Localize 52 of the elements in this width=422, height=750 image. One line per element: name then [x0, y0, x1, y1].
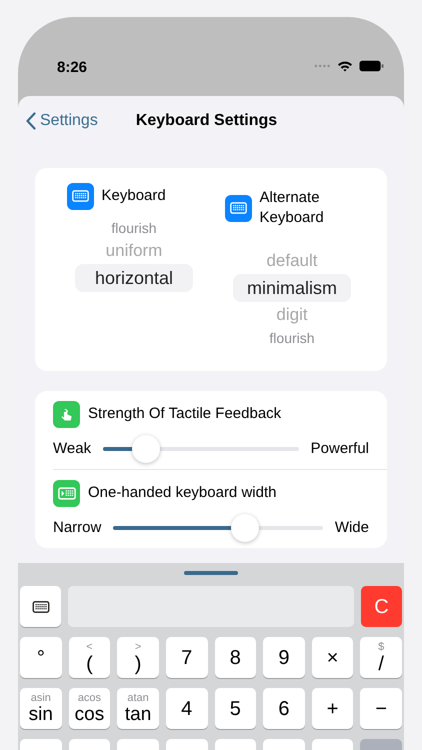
key-label: 8: [230, 646, 241, 668]
picker-label: Alternate Keyboard: [260, 188, 325, 228]
key-alt-label: atan: [127, 692, 149, 704]
picker-option[interactable]: minimalism: [233, 274, 351, 302]
key-label: 9: [278, 646, 290, 668]
keypad-key[interactable]: +: [312, 688, 354, 729]
setting-title: One-handed keyboard width: [88, 482, 276, 503]
keypad-key[interactable]: °: [20, 637, 62, 678]
key-label: °: [36, 646, 45, 668]
key-label: (: [86, 652, 93, 674]
page-title: Keyboard Settings: [136, 111, 278, 131]
keypad-key[interactable]: 6: [263, 688, 305, 729]
key-label: 6: [278, 698, 290, 720]
keypad-key[interactable]: < (: [68, 637, 110, 678]
keypad-key[interactable]: $ /: [360, 637, 402, 678]
key-alt-label: <: [86, 640, 93, 652]
key-label: tan: [124, 704, 152, 726]
keypad-key[interactable]: 9: [263, 637, 305, 678]
key-alt-label: acos: [78, 692, 102, 704]
status-time: 8:26: [57, 58, 88, 78]
keypad-key[interactable]: asin sin: [20, 688, 62, 729]
key-alt-label: $: [378, 640, 384, 652]
key-alt-label: asin: [30, 692, 51, 704]
key-alt-label: >: [134, 640, 142, 652]
key-label: 4: [181, 698, 192, 720]
max-label: Powerful: [310, 438, 369, 459]
picker-label: Keyboard: [102, 186, 167, 206]
key-label: 5: [230, 698, 241, 720]
key-label: −: [375, 698, 388, 720]
keypad-key[interactable]: 8: [214, 637, 256, 678]
min-label: Narrow: [53, 518, 102, 538]
key-label: 7: [181, 646, 192, 668]
keypad-key[interactable]: > ): [117, 637, 159, 678]
keypad-key[interactable]: 5: [214, 688, 256, 729]
key-label: sin: [28, 704, 53, 726]
keypad-key[interactable]: 4: [166, 688, 208, 729]
keypad-key[interactable]: 7: [166, 637, 208, 678]
max-label: Wide: [334, 518, 369, 538]
key-label: ): [134, 652, 142, 674]
keypad-key[interactable]: −: [360, 688, 402, 729]
key-label: /: [378, 652, 384, 674]
clear-button[interactable]: C: [361, 586, 402, 627]
picker-option[interactable]: horizontal: [75, 264, 193, 292]
keypad-key[interactable]: ×: [312, 637, 354, 678]
back-button[interactable]: Settings: [26, 109, 98, 133]
min-label: Weak: [53, 438, 92, 459]
key-label: cos: [74, 704, 104, 726]
keypad-key[interactable]: acos cos: [68, 688, 110, 729]
setting-title: Strength Of Tactile Feedback: [88, 404, 282, 424]
key-label: +: [326, 698, 338, 720]
key-label: ×: [326, 646, 338, 668]
keypad-key[interactable]: atan tan: [117, 688, 159, 729]
